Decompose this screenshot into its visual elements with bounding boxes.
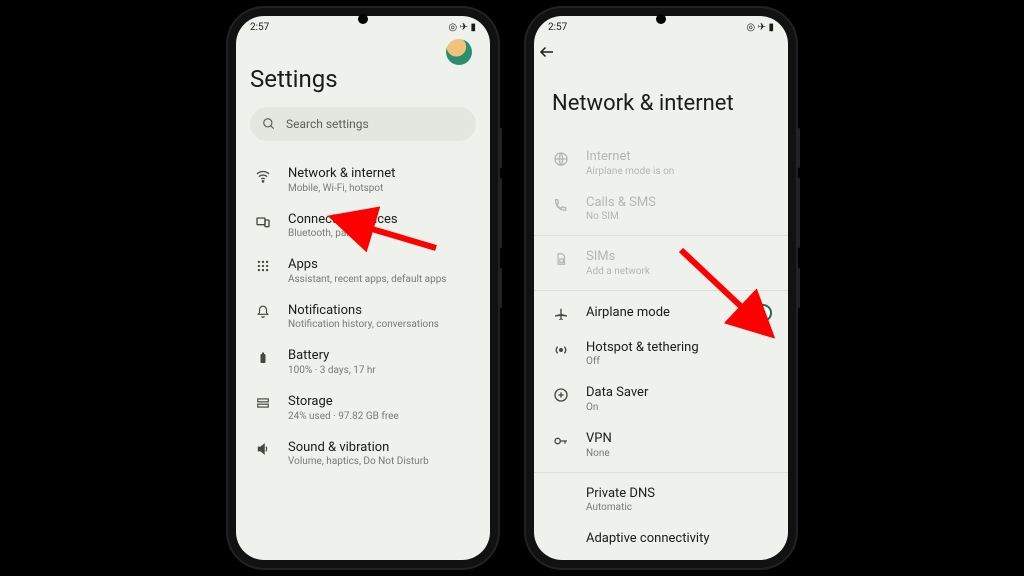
status-time: 2:57 bbox=[548, 22, 567, 33]
volume-icon bbox=[252, 442, 274, 456]
phone-screen: 2:57 ◎ ✈ ▮ Settings Search settings Netw… bbox=[236, 16, 490, 560]
camera-notch bbox=[358, 14, 368, 24]
row-private-dns[interactable]: Private DNSAutomatic bbox=[548, 477, 774, 523]
divider bbox=[534, 290, 788, 291]
globe-icon bbox=[550, 151, 572, 167]
phone-mockup-left: 2:57 ◎ ✈ ▮ Settings Search settings Netw… bbox=[228, 8, 498, 568]
divider bbox=[534, 472, 788, 473]
row-airplane-mode[interactable]: Airplane mode bbox=[548, 295, 774, 331]
page-title: Network & internet bbox=[548, 91, 774, 116]
sim-icon bbox=[550, 251, 572, 267]
search-placeholder: Search settings bbox=[286, 117, 369, 131]
settings-row-sound[interactable]: Sound & vibrationVolume, haptics, Do Not… bbox=[250, 431, 476, 477]
storage-icon bbox=[252, 396, 274, 410]
airplane-toggle[interactable] bbox=[738, 304, 772, 322]
search-input[interactable]: Search settings bbox=[250, 107, 476, 141]
wifi-icon bbox=[252, 168, 274, 184]
row-internet[interactable]: InternetAirplane mode is on bbox=[548, 140, 774, 186]
divider bbox=[534, 235, 788, 236]
phone-mockup-right: 2:57 ◎ ✈ ▮ Network & internet InternetAi… bbox=[526, 8, 796, 568]
back-button[interactable] bbox=[534, 35, 788, 65]
battery-icon bbox=[252, 350, 274, 366]
vpn-key-icon bbox=[550, 433, 572, 449]
airplane-icon bbox=[550, 306, 572, 322]
settings-row-notifications[interactable]: NotificationsNotification history, conve… bbox=[250, 294, 476, 340]
settings-row-connected[interactable]: Connected devicesBluetooth, pairing bbox=[250, 203, 476, 249]
settings-row-network[interactable]: Network & internetMobile, Wi-Fi, hotspot bbox=[250, 157, 476, 203]
status-icons: ◎ ✈ ▮ bbox=[746, 22, 774, 33]
row-hotspot[interactable]: Hotspot & tetheringOff bbox=[548, 331, 774, 377]
status-icons: ◎ ✈ ▮ bbox=[448, 22, 476, 33]
apps-icon bbox=[252, 259, 274, 273]
data-saver-icon bbox=[550, 387, 572, 403]
arrow-left-icon bbox=[538, 43, 556, 61]
row-adaptive[interactable]: Adaptive connectivity bbox=[548, 522, 774, 556]
row-calls-sms[interactable]: Calls & SMSNo SIM bbox=[548, 186, 774, 232]
settings-row-apps[interactable]: AppsAssistant, recent apps, default apps bbox=[250, 248, 476, 294]
comparison-stage: 2:57 ◎ ✈ ▮ Settings Search settings Netw… bbox=[0, 0, 1024, 576]
hotspot-icon bbox=[550, 342, 572, 358]
row-sims[interactable]: SIMsAdd a network bbox=[548, 240, 774, 286]
phone-screen: 2:57 ◎ ✈ ▮ Network & internet InternetAi… bbox=[534, 16, 788, 560]
phone-sms-icon bbox=[550, 197, 572, 213]
row-vpn[interactable]: VPNNone bbox=[548, 422, 774, 468]
settings-row-storage[interactable]: Storage24% used · 97.82 GB free bbox=[250, 385, 476, 431]
page-title: Settings bbox=[250, 65, 476, 93]
devices-icon bbox=[252, 214, 274, 230]
avatar[interactable] bbox=[446, 39, 472, 65]
settings-row-battery[interactable]: Battery100% · 3 days, 17 hr bbox=[250, 339, 476, 385]
status-time: 2:57 bbox=[250, 22, 269, 33]
camera-notch bbox=[656, 14, 666, 24]
search-icon bbox=[262, 117, 276, 131]
row-data-saver[interactable]: Data SaverOn bbox=[548, 376, 774, 422]
bell-icon bbox=[252, 305, 274, 319]
